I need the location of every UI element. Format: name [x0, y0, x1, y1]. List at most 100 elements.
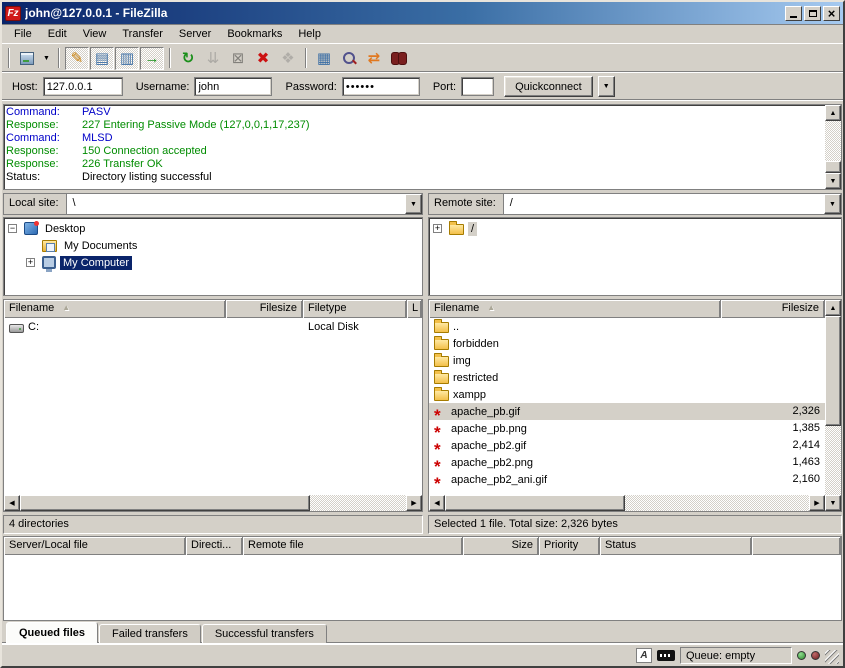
quickconnect-bar: Host: Username: Password: Port: Quickcon…: [2, 73, 843, 101]
toggle-local-tree-button[interactable]: ▤: [90, 47, 114, 70]
remote-status-text: Selected 1 file. Total size: 2,326 bytes: [428, 515, 842, 534]
remote-horizontal-scrollbar[interactable]: ◀ ▶: [429, 495, 825, 511]
column-header-status[interactable]: Status: [600, 537, 752, 555]
close-button[interactable]: ×: [823, 6, 840, 21]
column-header-filesize[interactable]: Filesize: [721, 300, 825, 318]
remote-site-path[interactable]: /: [504, 194, 824, 214]
collapse-icon[interactable]: −: [8, 224, 17, 233]
queue-icon: →: [145, 51, 160, 66]
remote-site-label: Remote site:: [429, 194, 504, 214]
quickconnect-button[interactable]: Quickconnect: [504, 76, 593, 97]
file-row[interactable]: *apache_pb.png 1,385: [429, 420, 825, 437]
file-row[interactable]: *apache_pb2.png 1,463: [429, 454, 825, 471]
synchronized-browsing-button[interactable]: ⇄: [362, 47, 386, 70]
menu-server[interactable]: Server: [171, 26, 219, 42]
scrollbar-thumb[interactable]: [445, 495, 625, 511]
column-header-priority[interactable]: Priority: [539, 537, 600, 555]
refresh-button[interactable]: ↻: [176, 47, 200, 70]
expand-icon[interactable]: +: [26, 258, 35, 267]
column-header-filename[interactable]: Filename▲: [4, 300, 226, 318]
local-file-list: Filename▲ Filesize Filetype L C: Local D…: [3, 299, 423, 512]
expand-icon[interactable]: +: [433, 224, 442, 233]
column-header-lastmodified[interactable]: L: [407, 300, 422, 318]
speed-limit-icon[interactable]: [657, 650, 675, 661]
password-input[interactable]: [342, 77, 420, 96]
local-horizontal-scrollbar[interactable]: ◀ ▶: [4, 495, 422, 511]
scroll-down-icon[interactable]: ▼: [825, 495, 841, 511]
column-header-remote-file[interactable]: Remote file: [243, 537, 463, 555]
site-manager-dropdown[interactable]: ▼: [40, 47, 53, 70]
column-header-size[interactable]: Size: [463, 537, 539, 555]
tab-queued-files[interactable]: Queued files: [6, 622, 98, 643]
tree-item-root[interactable]: + /: [433, 220, 841, 237]
column-header-filesize[interactable]: Filesize: [226, 300, 303, 318]
file-row[interactable]: forbidden: [429, 335, 825, 352]
scrollbar-thumb[interactable]: [825, 161, 841, 173]
filter-button[interactable]: ▦: [312, 47, 336, 70]
host-input[interactable]: [43, 77, 123, 96]
port-input[interactable]: [461, 77, 494, 96]
column-header-direction[interactable]: Directi...: [186, 537, 243, 555]
reconnect-button[interactable]: ❖: [276, 47, 300, 70]
file-row[interactable]: *apache_pb2_ani.gif 2,160: [429, 471, 825, 488]
toggle-message-log-button[interactable]: ✎: [65, 47, 89, 70]
queue-list-empty[interactable]: [4, 555, 841, 620]
quickconnect-dropdown[interactable]: ▼: [598, 76, 615, 97]
log-vertical-scrollbar[interactable]: ▲ ▼: [825, 105, 841, 189]
username-label: Username:: [136, 81, 190, 93]
column-header-server-local-file[interactable]: Server/Local file: [4, 537, 186, 555]
menu-transfer[interactable]: Transfer: [114, 26, 171, 42]
menu-edit[interactable]: Edit: [40, 26, 75, 42]
scroll-down-icon[interactable]: ▼: [825, 173, 841, 189]
disconnect-button[interactable]: ✖: [251, 47, 275, 70]
menu-view[interactable]: View: [75, 26, 115, 42]
process-queue-button[interactable]: ⇊: [201, 47, 225, 70]
site-manager-button[interactable]: [15, 47, 39, 70]
find-files-button[interactable]: [387, 47, 411, 70]
tab-successful-transfers[interactable]: Successful transfers: [202, 624, 327, 643]
file-row[interactable]: img: [429, 352, 825, 369]
scrollbar-thumb[interactable]: [825, 316, 841, 426]
remote-site-bar: Remote site: / ▼: [428, 193, 842, 215]
directory-comparison-button[interactable]: [337, 47, 361, 70]
transfer-type-icon[interactable]: A: [636, 648, 652, 663]
tree-item-my-computer[interactable]: + My Computer: [26, 254, 422, 271]
file-row[interactable]: *apache_pb2.gif 2,414: [429, 437, 825, 454]
menu-file[interactable]: File: [6, 26, 40, 42]
scroll-left-icon[interactable]: ◀: [429, 495, 445, 511]
remote-site-dropdown[interactable]: ▼: [824, 194, 841, 214]
file-row[interactable]: ..: [429, 318, 825, 335]
transfer-queue: Server/Local file Directi... Remote file…: [3, 536, 842, 621]
file-row-c-drive[interactable]: C: Local Disk: [4, 318, 422, 335]
column-header-filetype[interactable]: Filetype: [303, 300, 407, 318]
scroll-up-icon[interactable]: ▲: [825, 105, 841, 121]
menu-help[interactable]: Help: [290, 26, 329, 42]
scrollbar-thumb[interactable]: [20, 495, 310, 511]
scroll-left-icon[interactable]: ◀: [4, 495, 20, 511]
log-line: Response:226 Transfer OK: [6, 158, 823, 171]
disconnect-icon: ✖: [257, 51, 270, 66]
maximize-button[interactable]: [804, 6, 821, 21]
username-input[interactable]: [194, 77, 272, 96]
local-site-path[interactable]: \: [67, 194, 405, 214]
scroll-right-icon[interactable]: ▶: [406, 495, 422, 511]
toggle-remote-tree-button[interactable]: ▥: [115, 47, 139, 70]
scroll-right-icon[interactable]: ▶: [809, 495, 825, 511]
toggle-queue-button[interactable]: →: [140, 47, 164, 70]
remote-tree-icon: ▥: [120, 51, 134, 66]
remote-vertical-scrollbar[interactable]: ▲ ▼: [825, 300, 841, 511]
scroll-up-icon[interactable]: ▲: [825, 300, 841, 316]
resize-grip[interactable]: [825, 650, 839, 664]
local-site-dropdown[interactable]: ▼: [405, 194, 422, 214]
tree-item-my-documents[interactable]: My Documents: [26, 237, 422, 254]
minimize-button[interactable]: [785, 6, 802, 21]
tab-failed-transfers[interactable]: Failed transfers: [99, 624, 201, 643]
menu-bookmarks[interactable]: Bookmarks: [219, 26, 290, 42]
tree-item-desktop[interactable]: − Desktop: [8, 220, 422, 237]
log-line: Status:Directory listing successful: [6, 171, 823, 184]
file-row[interactable]: xampp: [429, 386, 825, 403]
file-row-selected[interactable]: *apache_pb.gif 2,326: [429, 403, 825, 420]
column-header-filename[interactable]: Filename▲: [429, 300, 721, 318]
cancel-operation-button[interactable]: ⊠: [226, 47, 250, 70]
file-row[interactable]: restricted: [429, 369, 825, 386]
